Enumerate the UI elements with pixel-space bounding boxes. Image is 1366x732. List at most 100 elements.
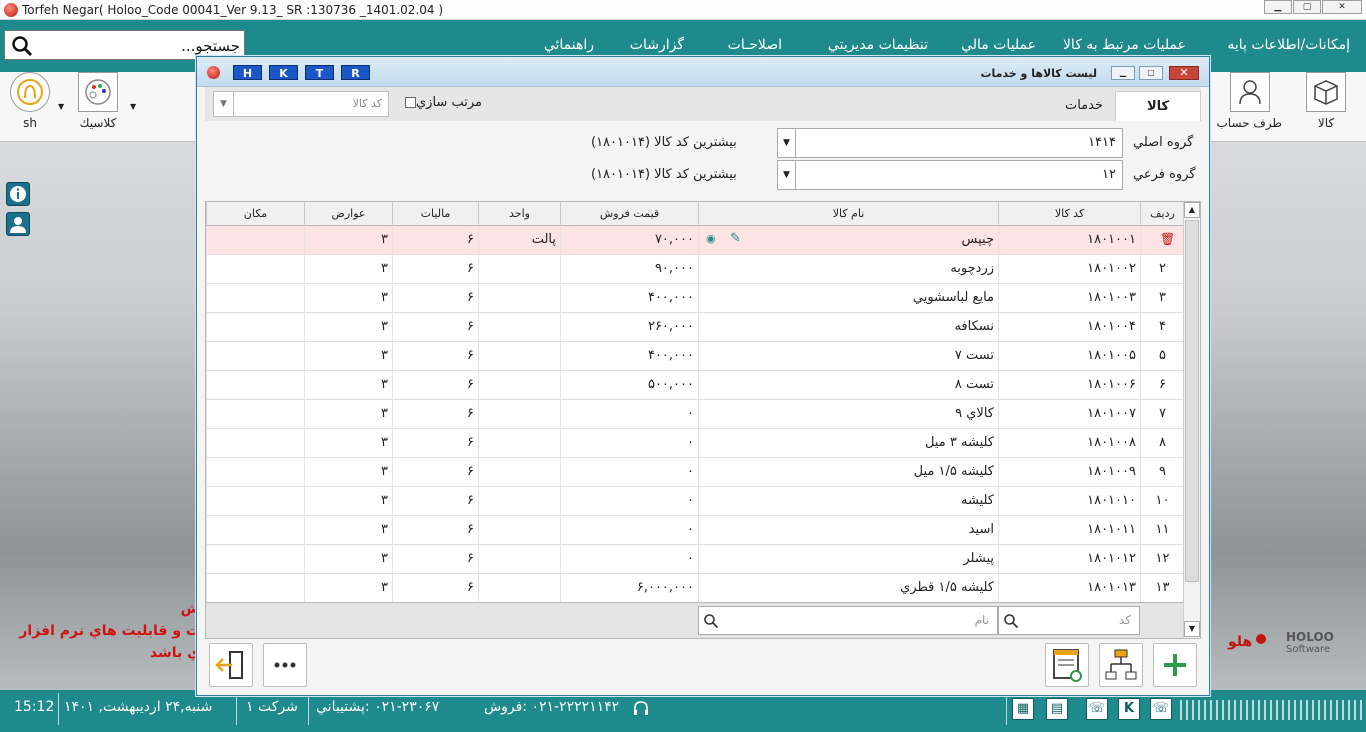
k-hotkey-button[interactable]: K bbox=[269, 65, 298, 80]
table-row[interactable]: ۳ ۶ ۹۰,۰۰۰ زردچوبه ۱۸۰۱۰۰۲ ۲ bbox=[206, 255, 1184, 284]
t-button[interactable]: T bbox=[305, 65, 334, 80]
sub-group-combo[interactable]: ▼ ۱۲ bbox=[777, 160, 1123, 190]
dialog-minimize-button[interactable]: ▁ bbox=[1111, 66, 1135, 80]
table-row[interactable]: ۳ ۶ ۰ پيشلر ۱۸۰۱۰۱۲ ۱۲ bbox=[206, 545, 1184, 574]
grid-vertical-scrollbar[interactable]: ▲ ▼ bbox=[1183, 202, 1200, 638]
dialog-maximize-button[interactable]: ▢ bbox=[1139, 66, 1163, 80]
scroll-down-icon[interactable]: ▼ bbox=[1184, 621, 1200, 637]
cell-name: كليشه bbox=[698, 487, 998, 516]
col-unit[interactable]: واحد bbox=[478, 202, 560, 226]
col-tax[interactable]: ماليات bbox=[392, 202, 478, 226]
dialog-close-button[interactable]: ✕ bbox=[1169, 66, 1199, 80]
grid-apps-icon[interactable]: ▤ bbox=[1046, 698, 1068, 720]
close-button[interactable]: ✕ bbox=[1322, 0, 1362, 14]
cell-duty: ۳ bbox=[304, 255, 392, 284]
support-person-icon[interactable] bbox=[6, 212, 30, 236]
col-name[interactable]: نام كالا bbox=[698, 202, 998, 226]
cell-place bbox=[206, 458, 304, 487]
table-row[interactable]: ۳ ۶ ۰ كليشه ۱/۵ ميل ۱۸۰۱۰۰۹ ۹ bbox=[206, 458, 1184, 487]
status-bar: 15:12 شنبه,۲۴ ارديبهشت, ۱۴۰۱ شركت ۱ ۰۲۱-… bbox=[0, 690, 1366, 732]
menu-help[interactable]: راهنمائي bbox=[544, 37, 594, 53]
user-circle-icon bbox=[10, 72, 50, 112]
col-code[interactable]: كد كالا bbox=[998, 202, 1140, 226]
app-titlebar: Torfeh Negar( Holoo_Code 00041_Ver 9.13_… bbox=[0, 0, 1366, 20]
code-filter-input[interactable]: كد bbox=[998, 606, 1140, 635]
menu-base-info[interactable]: إمكانات/اطلاعات پايه bbox=[1227, 37, 1350, 53]
col-row[interactable]: رديف bbox=[1140, 202, 1184, 226]
sort-checkbox[interactable]: مرتب سازي bbox=[399, 95, 482, 110]
add-item-button[interactable] bbox=[1153, 643, 1197, 687]
view-eye-icon[interactable]: ◉ bbox=[706, 232, 716, 245]
chevron-down-icon[interactable]: ▼ bbox=[778, 161, 796, 189]
app-title: Torfeh Negar( Holoo_Code 00041_Ver 9.13_… bbox=[22, 3, 444, 17]
cell-name: تست ۸ bbox=[698, 371, 998, 400]
table-row[interactable]: ۳ ۶ ۶,۰۰۰,۰۰۰ كليشه ۱/۵ قطري ۱۸۰۱۰۱۳ ۱۳ bbox=[206, 574, 1184, 603]
table-row[interactable]: ۳ ۶ ۰ كليشه ۳ ميل ۱۸۰۱۰۰۸ ۸ bbox=[206, 429, 1184, 458]
col-price[interactable]: قيمت فروش bbox=[560, 202, 698, 226]
chevron-down-icon[interactable]: ▼ bbox=[214, 92, 234, 116]
phone-icon[interactable]: ☏ bbox=[1086, 698, 1108, 720]
table-row[interactable]: ۳ ۶ ۴۰۰,۰۰۰ مايع لباسشويي ۱۸۰۱۰۰۳ ۳ bbox=[206, 284, 1184, 313]
goods-button[interactable]: كالا bbox=[1304, 72, 1348, 130]
col-place[interactable]: مكان bbox=[206, 202, 304, 226]
tab-goods[interactable]: كالا bbox=[1115, 91, 1201, 121]
list-refresh-button[interactable] bbox=[1045, 643, 1089, 687]
scroll-thumb[interactable] bbox=[1185, 220, 1199, 582]
cell-code: ۱۸۰۱۰۰۷ bbox=[998, 400, 1140, 429]
code-filter-placeholder: كد bbox=[1118, 613, 1131, 627]
main-group-combo[interactable]: ▼ ۱۴۱۴ bbox=[777, 128, 1123, 158]
table-row[interactable]: ۳ ۶ ۴۰۰,۰۰۰ تست ۷ ۱۸۰۱۰۰۵ ۵ bbox=[206, 342, 1184, 371]
sh-dropdown-arrow[interactable]: ▼ bbox=[58, 102, 64, 111]
code-search-combo[interactable]: ▼ كد كالا bbox=[213, 91, 389, 117]
cell-unit bbox=[478, 545, 560, 574]
cell-tax: ۶ bbox=[392, 545, 478, 574]
menu-goods-ops[interactable]: عمليات مرتبط به كالا bbox=[1063, 37, 1186, 53]
code-search-placeholder: كد كالا bbox=[352, 97, 382, 110]
table-row[interactable]: ۳ ۶ ۰ اسيد ۱۸۰۱۰۱۱ ۱۱ bbox=[206, 516, 1184, 545]
k-button[interactable]: K bbox=[1118, 698, 1140, 720]
cell-tax: ۶ bbox=[392, 429, 478, 458]
cell-unit bbox=[478, 574, 560, 603]
menu-reports[interactable]: گزارشات bbox=[630, 37, 684, 53]
account-party-button[interactable]: طرف حساب bbox=[1216, 72, 1282, 130]
menu-financial-ops[interactable]: عمليات مالي bbox=[961, 37, 1036, 53]
holoo-brand: HOLOO bbox=[1286, 630, 1334, 644]
menu-corrections[interactable]: اصلاحـات bbox=[728, 37, 782, 53]
cell-code: ۱۸۰۱۰۰۴ bbox=[998, 313, 1140, 342]
col-duty[interactable]: عوارض bbox=[304, 202, 392, 226]
edit-pencil-icon[interactable]: ✎ bbox=[730, 231, 741, 246]
exit-button[interactable] bbox=[209, 643, 253, 687]
cell-name: كليشه ۳ ميل bbox=[698, 429, 998, 458]
info-icon[interactable] bbox=[6, 182, 30, 206]
table-row[interactable]: ۳ ۶ ۰ كالاي ۹ ۱۸۰۱۰۰۷ ۷ bbox=[206, 400, 1184, 429]
delete-icon[interactable]: 🗑 bbox=[1160, 232, 1175, 246]
status-time: 15:12 bbox=[14, 699, 55, 715]
tree-view-button[interactable] bbox=[1099, 643, 1143, 687]
cell-unit bbox=[478, 458, 560, 487]
more-options-button[interactable] bbox=[263, 643, 307, 687]
table-row[interactable]: ۳ ۶ ۵۰۰,۰۰۰ تست ۸ ۱۸۰۱۰۰۶ ۶ bbox=[206, 371, 1184, 400]
h-button[interactable]: H bbox=[233, 65, 262, 80]
table-row[interactable]: ۳ ۶ ۲۶۰,۰۰۰ نسكافه ۱۸۰۱۰۰۴ ۴ bbox=[206, 313, 1184, 342]
tab-services[interactable]: خدمات bbox=[1051, 91, 1117, 121]
cell-place bbox=[206, 313, 304, 342]
holoo-sub: Software bbox=[1286, 644, 1331, 655]
classic-theme-button[interactable]: كلاسيك bbox=[76, 72, 120, 130]
scroll-up-icon[interactable]: ▲ bbox=[1184, 202, 1200, 218]
chevron-down-icon[interactable]: ▼ bbox=[778, 129, 796, 157]
sh-button[interactable]: sh bbox=[8, 72, 52, 130]
classic-dropdown-arrow[interactable]: ▼ bbox=[130, 102, 136, 111]
table-row[interactable]: ۳ ۶ ۰ كليشه ۱۸۰۱۰۱۰ ۱۰ bbox=[206, 487, 1184, 516]
call-icon[interactable]: ☏ bbox=[1150, 698, 1172, 720]
status-separator bbox=[58, 693, 59, 725]
name-filter-input[interactable]: نام bbox=[698, 606, 998, 635]
minimize-button[interactable]: ▁ bbox=[1264, 0, 1292, 14]
checkbox-icon[interactable] bbox=[405, 97, 416, 108]
calculator-icon[interactable]: ▦ bbox=[1012, 698, 1034, 720]
r-button[interactable]: R bbox=[341, 65, 370, 80]
table-row[interactable]: ۳ ۶ پالت ۷۰,۰۰۰ چيپس ۱۸۰۱۰۰۱ 🗑 ◉ ✎ bbox=[206, 226, 1184, 255]
maximize-button[interactable]: ▢ bbox=[1293, 0, 1321, 14]
menu-management-settings[interactable]: تنظيمات مديريتي bbox=[828, 37, 928, 53]
cell-duty: ۳ bbox=[304, 458, 392, 487]
status-separator bbox=[308, 693, 309, 725]
